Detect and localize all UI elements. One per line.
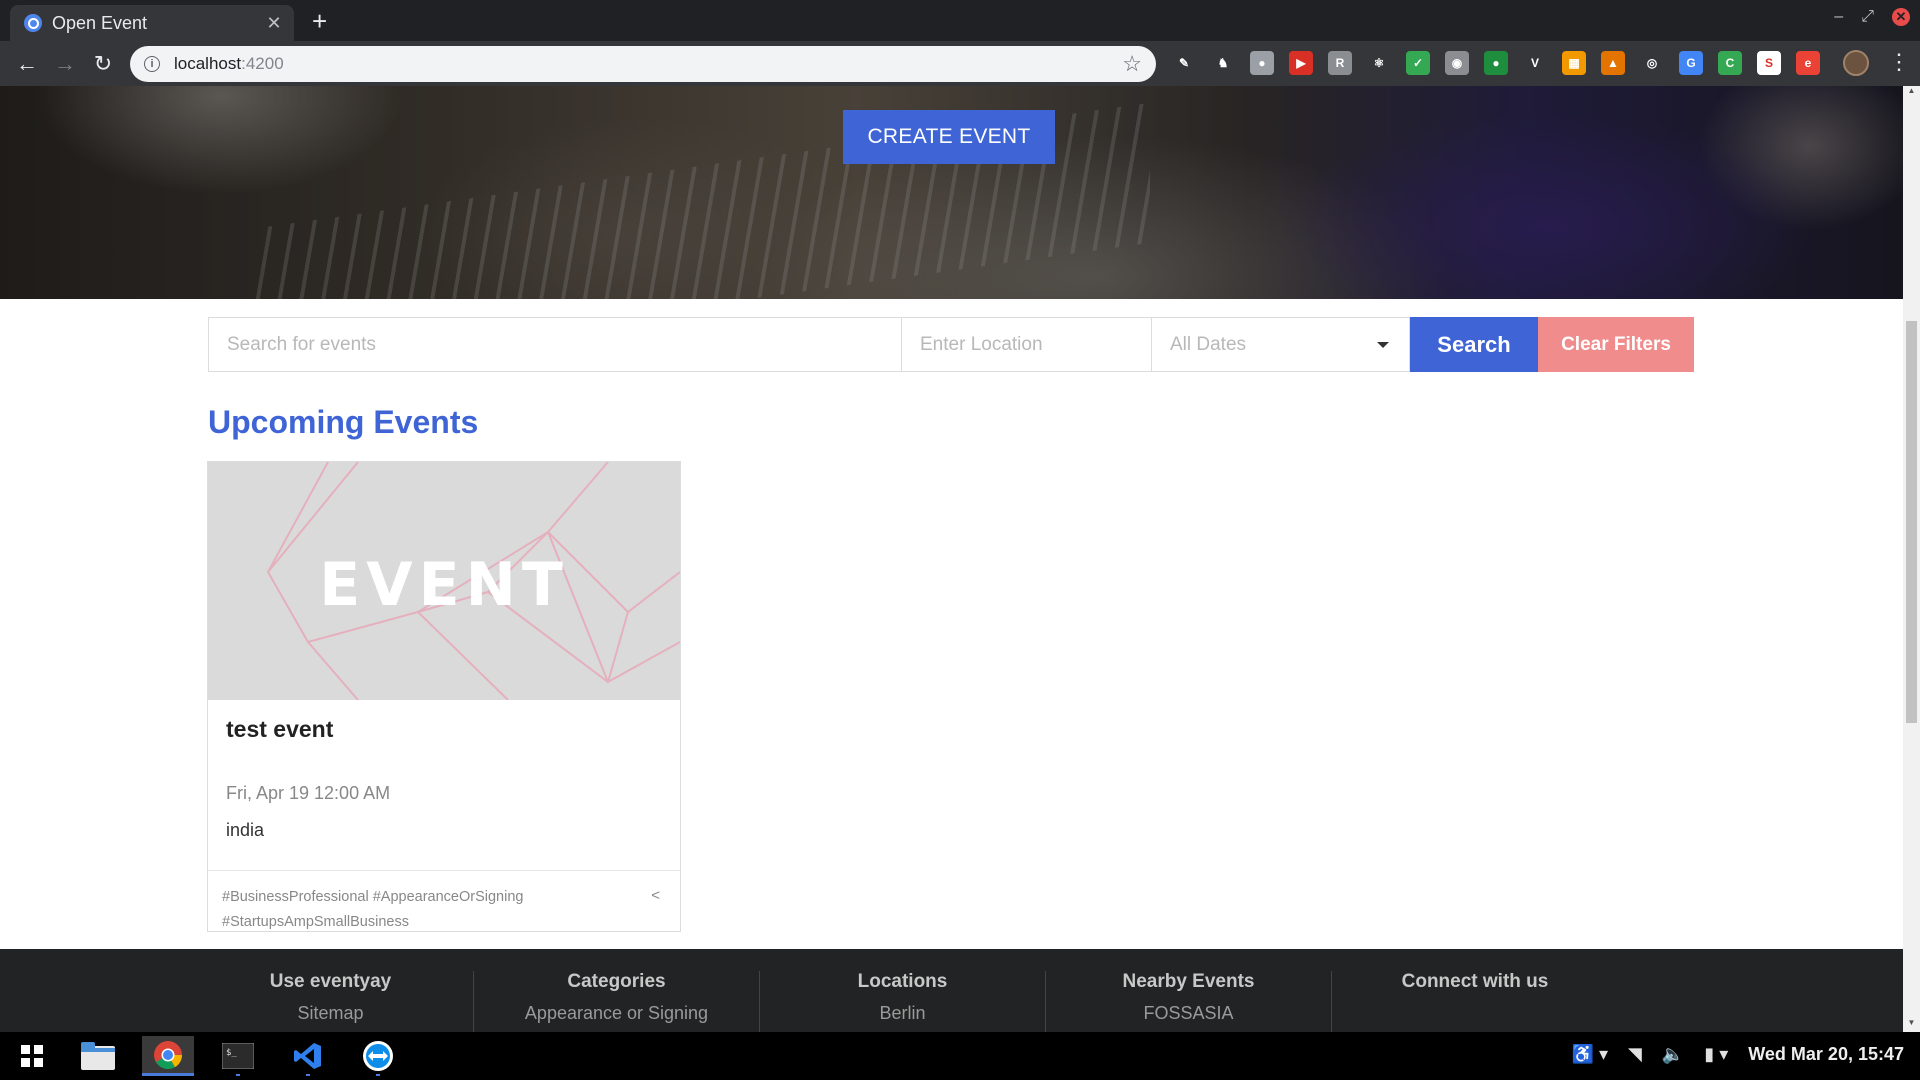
upcoming-events-heading: Upcoming Events bbox=[208, 404, 479, 440]
teamviewer-icon[interactable] bbox=[352, 1036, 404, 1076]
hero-banner: CREATE EVENT bbox=[0, 86, 1903, 299]
scroll-down-arrow-icon[interactable]: ▼ bbox=[1903, 1018, 1920, 1032]
location-input[interactable] bbox=[902, 317, 1152, 372]
e-extension-icon[interactable]: e bbox=[1796, 51, 1820, 75]
file-manager-icon[interactable] bbox=[72, 1036, 124, 1076]
footer-link[interactable]: Appearance or Signing bbox=[474, 1003, 759, 1024]
wifi-icon[interactable]: ◥ bbox=[1628, 1044, 1642, 1065]
green-dot-extension-icon[interactable]: ● bbox=[1484, 51, 1508, 75]
svg-text:$_: $_ bbox=[226, 1048, 237, 1058]
footer-heading: Nearby Events bbox=[1122, 971, 1255, 992]
footer-heading: Categories bbox=[567, 971, 666, 992]
footer-column-connect: Connect with us bbox=[1332, 971, 1618, 1032]
event-image[interactable]: EVENT bbox=[208, 462, 680, 700]
footer-heading: Locations bbox=[857, 971, 948, 992]
footer-column-locations: Locations Berlin bbox=[760, 971, 1046, 1032]
caret-down-icon bbox=[1377, 341, 1389, 348]
page-scrollbar[interactable]: ▲ ▼ bbox=[1903, 86, 1920, 1032]
window-close-icon[interactable]: ✕ bbox=[1892, 8, 1910, 26]
browser-tab[interactable]: Open Event ✕ bbox=[10, 5, 294, 41]
window-controls: – ⤢ ✕ bbox=[1834, 8, 1910, 26]
battery-icon[interactable]: ▮ ▾ bbox=[1704, 1044, 1728, 1065]
sh-extension-icon[interactable]: S bbox=[1757, 51, 1781, 75]
running-indicator bbox=[306, 1074, 310, 1076]
site-footer: Use eventyay Sitemap Categories Appearan… bbox=[0, 949, 1903, 1032]
running-indicator bbox=[376, 1074, 380, 1076]
search-events-input[interactable] bbox=[208, 317, 902, 372]
footer-column-use-eventyay: Use eventyay Sitemap bbox=[188, 971, 474, 1032]
profile-avatar[interactable] bbox=[1843, 50, 1869, 76]
volume-icon[interactable]: 🔈 bbox=[1662, 1044, 1684, 1065]
scroll-up-arrow-icon[interactable]: ▲ bbox=[1903, 86, 1920, 100]
clock[interactable]: Wed Mar 20, 15:47 bbox=[1748, 1044, 1904, 1065]
app-grid-icon[interactable] bbox=[6, 1036, 58, 1076]
terminal-icon[interactable]: $_ bbox=[212, 1036, 264, 1076]
tab-title: Open Event bbox=[52, 12, 148, 33]
check-extension-icon[interactable]: ✓ bbox=[1406, 51, 1430, 75]
footer-heading: Use eventyay bbox=[269, 971, 392, 992]
chrome-taskbar-icon[interactable] bbox=[142, 1036, 194, 1076]
camera-extension-icon[interactable]: ◉ bbox=[1445, 51, 1469, 75]
event-card-body: test event Fri, Apr 19 12:00 AM india bbox=[208, 700, 680, 870]
react-extension-icon[interactable]: ⚛ bbox=[1367, 51, 1391, 75]
vue-extension-icon[interactable]: V bbox=[1523, 51, 1547, 75]
tab-extension-icon[interactable]: R bbox=[1328, 51, 1352, 75]
event-image-text: EVENT bbox=[319, 550, 569, 620]
share-icon[interactable]: < bbox=[651, 887, 660, 904]
dates-dropdown-value: All Dates bbox=[1170, 333, 1247, 355]
reload-icon[interactable]: ↻ bbox=[84, 51, 122, 77]
clear-filters-button[interactable]: Clear Filters bbox=[1538, 317, 1694, 372]
event-search-bar: All Dates Search Clear Filters bbox=[208, 317, 1694, 372]
site-info-icon[interactable]: i bbox=[144, 56, 160, 72]
footer-heading: Connect with us bbox=[1401, 971, 1549, 992]
image-extension-icon[interactable]: ▦ bbox=[1562, 51, 1586, 75]
url-port: :4200 bbox=[241, 54, 284, 73]
fire-extension-icon[interactable]: ▲ bbox=[1601, 51, 1625, 75]
forward-arrow-icon[interactable]: → bbox=[46, 51, 84, 77]
event-card[interactable]: EVENT test event Fri, Apr 19 12:00 AM in… bbox=[207, 461, 681, 932]
scrollbar-thumb[interactable] bbox=[1906, 321, 1917, 723]
translate-extension-icon[interactable]: G bbox=[1679, 51, 1703, 75]
restore-icon[interactable]: ⤢ bbox=[1861, 8, 1874, 26]
accessibility-icon[interactable]: ♿ ▾ bbox=[1572, 1044, 1608, 1065]
footer-link[interactable]: Berlin bbox=[760, 1003, 1045, 1024]
back-arrow-icon[interactable]: ← bbox=[8, 51, 46, 77]
address-bar[interactable]: i localhost :4200 ☆ bbox=[130, 46, 1156, 82]
gnome-extension-icon[interactable]: ♞ bbox=[1211, 51, 1235, 75]
footer-column-categories: Categories Appearance or Signing bbox=[474, 971, 760, 1032]
extensions-area: ✎ ♞ ● ▶ R ⚛ ✓ ◉ ● V ▦ ▲ ◎ G C Se bbox=[1172, 51, 1820, 75]
url-host: localhost bbox=[174, 54, 242, 73]
event-title[interactable]: test event bbox=[226, 716, 662, 743]
footer-link[interactable]: FOSSASIA bbox=[1046, 1003, 1331, 1024]
open-event-favicon-icon bbox=[24, 14, 42, 32]
search-button[interactable]: Search bbox=[1410, 317, 1538, 372]
event-tags[interactable]: #BusinessProfessional #AppearanceOrSigni… bbox=[222, 885, 622, 935]
browser-tab-bar: Open Event ✕ + – ⤢ ✕ bbox=[0, 0, 1920, 41]
bookmark-star-icon[interactable]: ☆ bbox=[1122, 51, 1142, 77]
new-tab-button[interactable]: + bbox=[312, 6, 327, 37]
footer-link[interactable]: Sitemap bbox=[188, 1003, 473, 1024]
media-extension-icon[interactable]: ▶ bbox=[1289, 51, 1313, 75]
system-tray: ♿ ▾ ◥ 🔈 ▮ ▾ Wed Mar 20, 15:47 bbox=[1572, 1044, 1904, 1065]
mask-extension-icon[interactable]: ● bbox=[1250, 51, 1274, 75]
event-location: india bbox=[226, 820, 265, 840]
dates-dropdown[interactable]: All Dates bbox=[1152, 317, 1410, 372]
pen-extension-icon[interactable]: ✎ bbox=[1172, 51, 1196, 75]
create-event-button[interactable]: CREATE EVENT bbox=[843, 110, 1055, 164]
browser-toolbar: ← → ↻ i localhost :4200 ☆ ✎ ♞ ● ▶ R ⚛ ✓ ◉ ● V ▦ ▲ ◎ G… bbox=[0, 41, 1920, 86]
browser-menu-icon[interactable]: ⋮ bbox=[1888, 49, 1910, 75]
os-taskbar: $_ ♿ ▾ ◥ 🔈 ▮ ▾ Wed Mar 20, 15:47 bbox=[0, 1032, 1920, 1080]
close-tab-icon[interactable]: ✕ bbox=[264, 13, 284, 34]
cors-extension-icon[interactable]: C bbox=[1718, 51, 1742, 75]
target-extension-icon[interactable]: ◎ bbox=[1640, 51, 1664, 75]
event-date: Fri, Apr 19 12:00 AM bbox=[226, 783, 391, 803]
minimize-icon[interactable]: – bbox=[1834, 8, 1843, 26]
vscode-icon[interactable] bbox=[282, 1036, 334, 1076]
running-indicator bbox=[236, 1074, 240, 1076]
event-card-footer: #BusinessProfessional #AppearanceOrSigni… bbox=[208, 870, 680, 932]
footer-column-nearby-events: Nearby Events FOSSASIA bbox=[1046, 971, 1332, 1032]
